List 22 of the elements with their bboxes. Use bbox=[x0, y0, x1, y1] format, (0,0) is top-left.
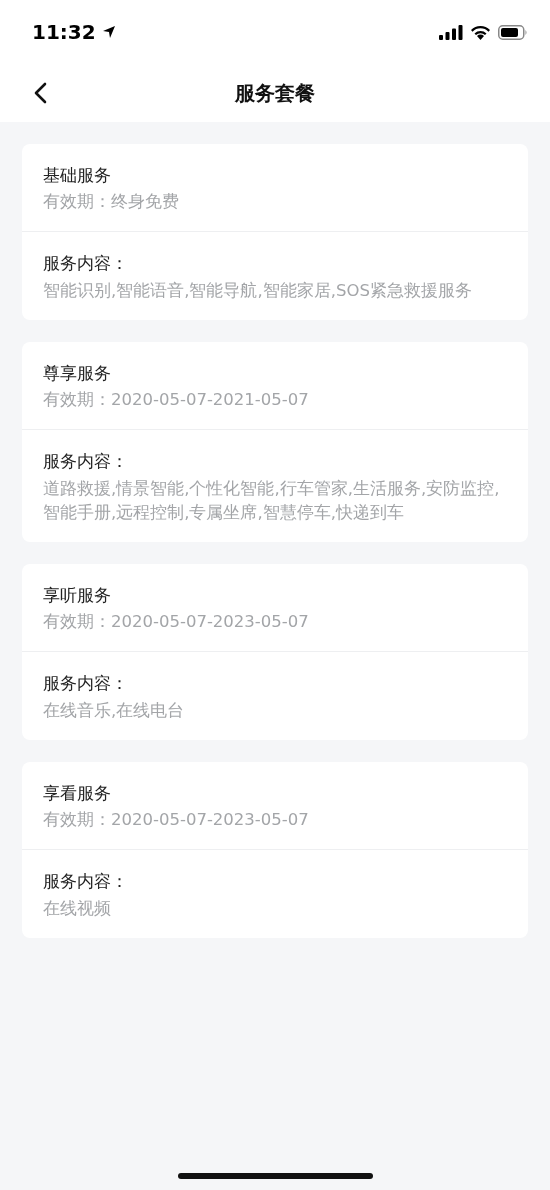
content-label: 服务内容： bbox=[43, 451, 129, 473]
package-name: 享看服务 bbox=[43, 782, 112, 805]
page-title: 服务套餐 bbox=[235, 79, 315, 107]
package-name: 尊享服务 bbox=[43, 362, 112, 385]
validity-text: 有效期：2020-05-07-2023-05-07 bbox=[43, 809, 310, 831]
wifi-icon bbox=[470, 24, 491, 40]
validity-text: 有效期：2020-05-07-2021-05-07 bbox=[43, 389, 310, 411]
package-name: 基础服务 bbox=[43, 164, 112, 187]
validity-text: 有效期：2020-05-07-2023-05-07 bbox=[43, 611, 310, 633]
battery-icon bbox=[498, 24, 528, 40]
package-name: 享听服务 bbox=[43, 584, 112, 607]
content-text: 智能识别,智能语音,智能导航,智能家居,SOS紧急救援服务 bbox=[43, 280, 473, 302]
content-text: 在线音乐,在线电台 bbox=[43, 700, 186, 722]
location-arrow-icon bbox=[101, 25, 116, 39]
content-label: 服务内容： bbox=[43, 871, 129, 893]
status-time: 11:32 bbox=[32, 20, 96, 44]
content-label: 服务内容： bbox=[43, 253, 129, 275]
validity-text: 有效期：终身免费 bbox=[43, 191, 180, 213]
content-text: 在线视频 bbox=[43, 898, 112, 920]
signal-icon bbox=[439, 24, 463, 40]
content-text: 道路救援,情景智能,个性化智能,行车管家,生活服务,安防监控,智能手册,远程控制,专属坐席,智慧停车,快递到车 bbox=[43, 478, 501, 524]
content-label: 服务内容： bbox=[43, 673, 129, 695]
